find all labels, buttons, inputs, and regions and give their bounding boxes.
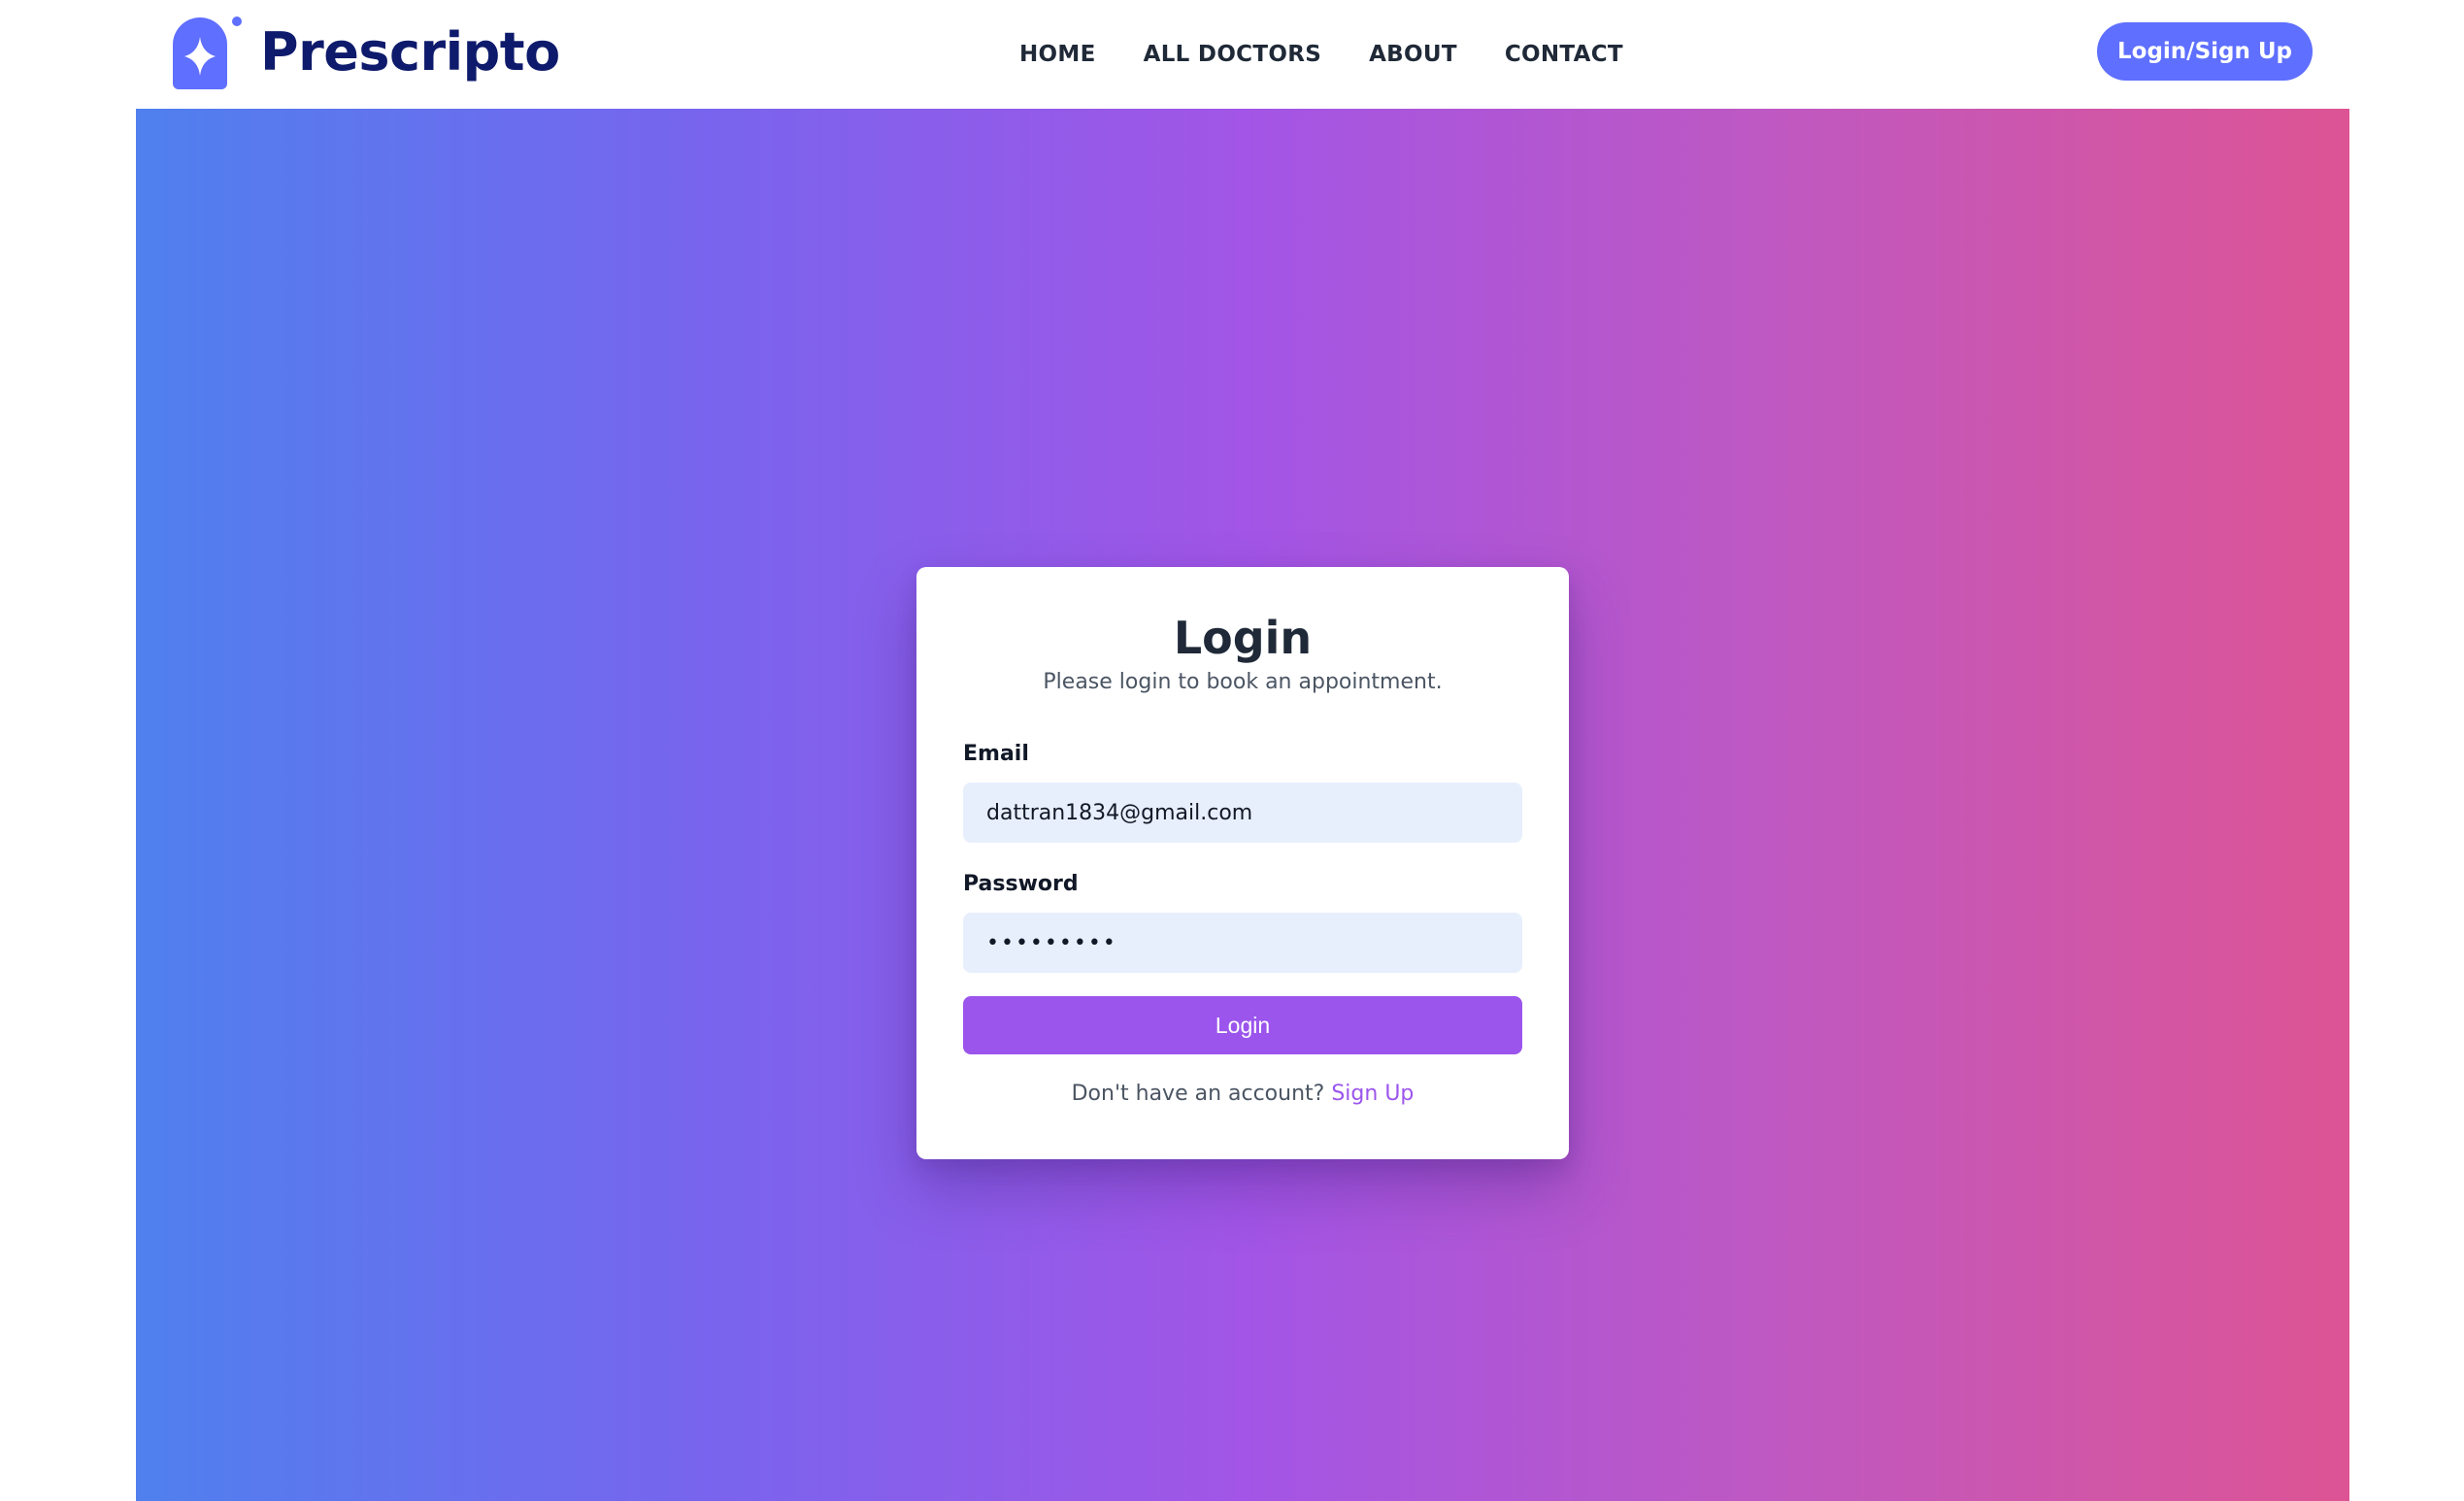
email-label: Email [963, 742, 1029, 766]
email-field[interactable] [963, 783, 1522, 843]
nav-link-about[interactable]: ABOUT [1369, 42, 1457, 67]
login-subtitle: Please login to book an appointment. [1043, 670, 1443, 694]
nav-link-contact[interactable]: CONTACT [1505, 42, 1623, 67]
login-signup-button[interactable]: Login/Sign Up [2097, 22, 2313, 81]
nav-links: HOME ALL DOCTORS ABOUT CONTACT [1019, 0, 1623, 109]
navbar: Prescripto HOME ALL DOCTORS ABOUT CONTAC… [136, 0, 2349, 109]
nav-link-home[interactable]: HOME [1019, 42, 1096, 67]
signup-prompt: Don't have an account? [1071, 1082, 1325, 1106]
login-submit-button[interactable]: Login [963, 996, 1522, 1054]
prescripto-logo-icon [173, 17, 242, 89]
login-title: Login [1173, 612, 1313, 664]
nav-link-all-doctors[interactable]: ALL DOCTORS [1144, 42, 1321, 67]
login-card: Login Please login to book an appointmen… [916, 567, 1569, 1159]
logo-text: Prescripto [260, 21, 560, 83]
password-field[interactable] [963, 913, 1522, 973]
signup-link[interactable]: Sign Up [1331, 1082, 1414, 1106]
signup-row: Don't have an account? Sign Up [916, 1082, 1569, 1106]
logo[interactable]: Prescripto [173, 16, 560, 89]
password-label: Password [963, 872, 1079, 896]
